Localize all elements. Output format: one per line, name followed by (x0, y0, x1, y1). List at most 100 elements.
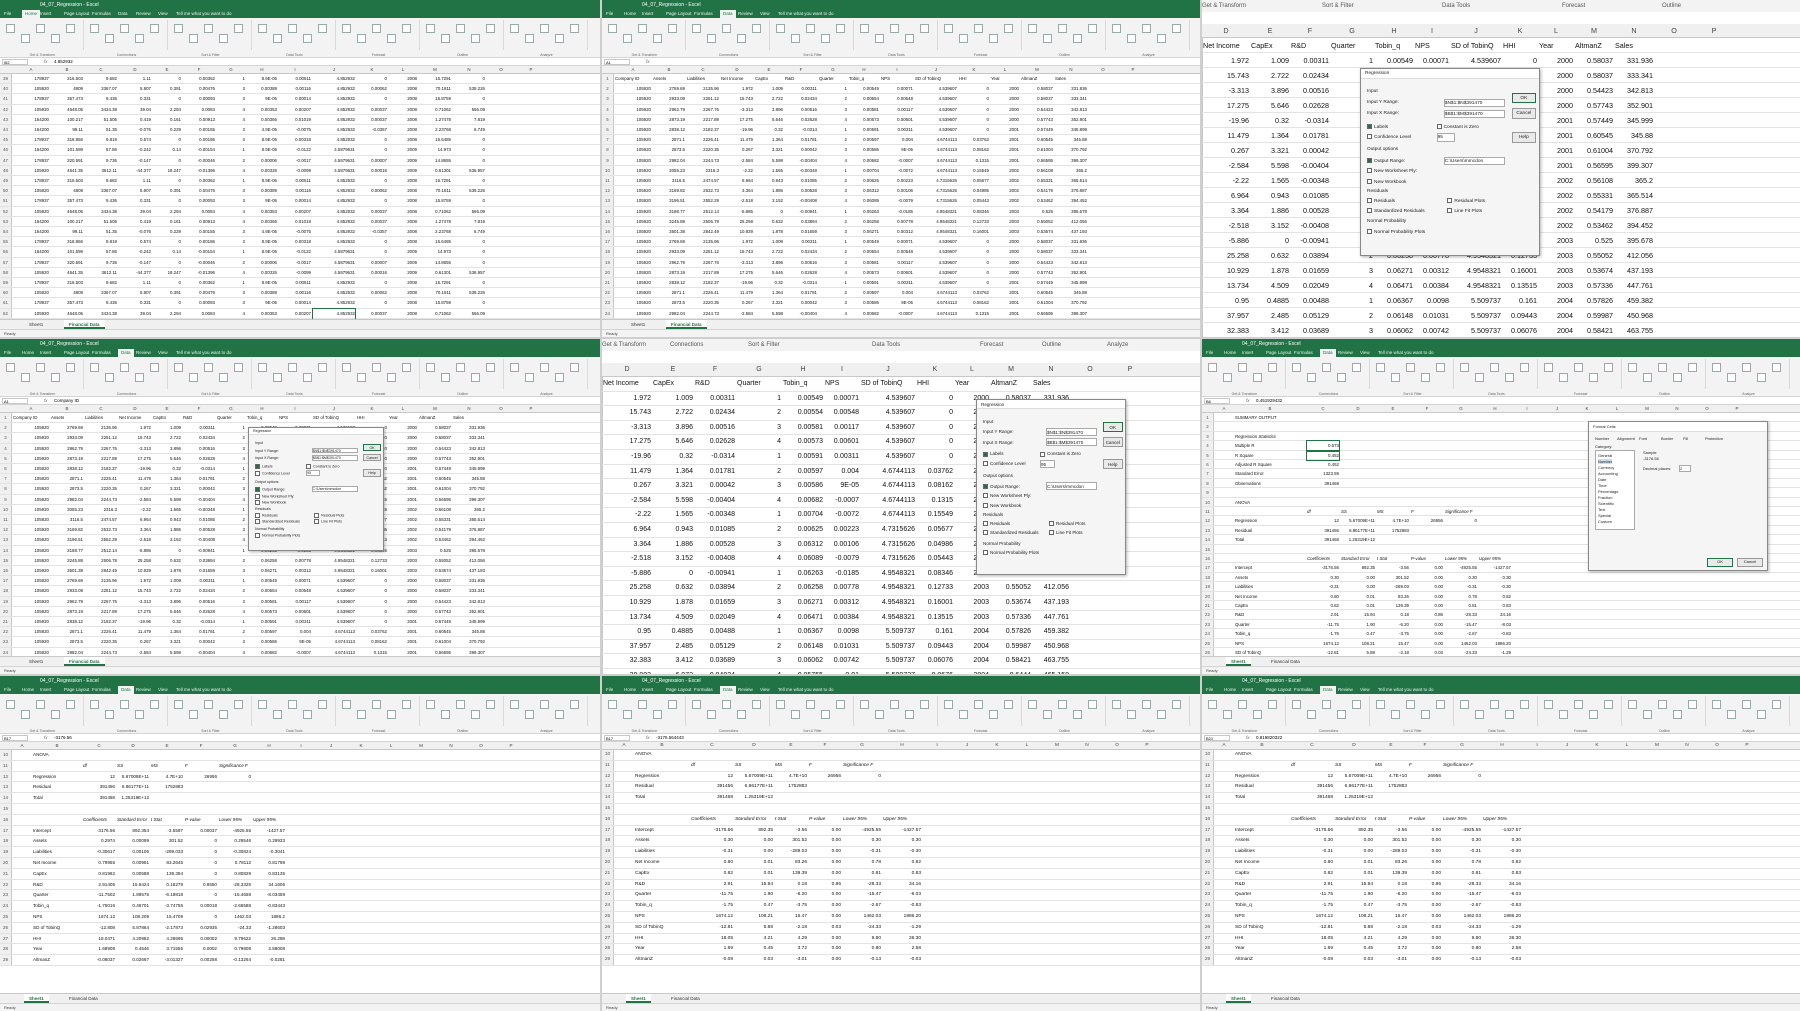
cell[interactable]: Liabilities (687, 74, 719, 84)
cell[interactable]: -0.00941 (1291, 233, 1329, 248)
cancel-button[interactable]: Cancel (363, 453, 381, 462)
cell[interactable]: 4.6744113 (915, 135, 957, 145)
cell[interactable]: 301.52 (1375, 836, 1407, 847)
cell[interactable]: 0.04986 (959, 186, 989, 196)
cell[interactable]: 2001 (389, 648, 417, 656)
cell[interactable]: 0.58037 (1021, 94, 1053, 104)
cell[interactable]: -0.0007 (881, 156, 913, 166)
sheet-tab-sheet1[interactable]: Sheet1 (24, 994, 49, 1003)
cell[interactable] (151, 750, 183, 761)
cell[interactable]: 105920 (13, 454, 49, 464)
cell[interactable]: 0.78 (1445, 592, 1477, 601)
cell[interactable]: 26.30 (883, 934, 921, 945)
std-residuals-checkbox[interactable]: Standardized Residuals (1367, 207, 1425, 213)
cell[interactable]: 0.00 (1409, 890, 1441, 901)
cell[interactable] (1733, 890, 1761, 901)
cell[interactable] (347, 944, 375, 955)
cell[interactable]: Upper 95% (253, 815, 285, 826)
cell[interactable]: Year (389, 413, 417, 423)
cell[interactable]: 32.383 (1203, 323, 1249, 337)
cell[interactable]: -0.00348 (695, 508, 735, 523)
cell[interactable]: -24.33 (1443, 923, 1481, 934)
cell[interactable]: 0.06258 (849, 217, 879, 227)
cell[interactable]: 2002 (389, 525, 417, 535)
cell[interactable] (1573, 639, 1601, 648)
column-header[interactable]: D (720, 66, 754, 74)
cell[interactable]: 2001 (1539, 143, 1573, 158)
cell[interactable]: 0.004 (279, 627, 311, 637)
cell[interactable]: 0 (153, 546, 181, 556)
ribbon-button-icon[interactable] (1544, 363, 1553, 372)
cell[interactable] (117, 750, 149, 761)
ribbon-button-icon[interactable] (471, 34, 480, 43)
cell[interactable]: 0.00207 (279, 309, 311, 319)
cell[interactable] (1733, 782, 1761, 793)
cell[interactable]: 0.00588 (117, 869, 149, 880)
cell[interactable]: 333.341 (1615, 68, 1653, 83)
cell[interactable]: Quarter (635, 890, 689, 901)
cell[interactable] (1663, 620, 1691, 629)
cell[interactable]: Assets (653, 74, 685, 84)
tab-home[interactable]: Home (22, 349, 34, 357)
cell[interactable] (953, 847, 981, 858)
cell[interactable]: 0.1315 (959, 156, 989, 166)
tab-review[interactable]: Review (738, 686, 753, 694)
sheet-tab-sheet1[interactable]: Sheet1 (24, 320, 48, 329)
cell[interactable] (923, 750, 951, 761)
cell[interactable] (517, 413, 545, 423)
cell[interactable]: Quarter (1331, 38, 1373, 53)
cell[interactable]: 0.00511 (279, 278, 311, 288)
cell[interactable]: 2002 (1539, 173, 1573, 188)
cell[interactable]: 0.00116 (279, 288, 311, 298)
cell[interactable] (691, 750, 733, 761)
cell[interactable]: Liabilities (1235, 847, 1289, 858)
input-y-range-field[interactable]: $N$1:$N$391470 (1443, 98, 1505, 108)
cell[interactable]: 1.11 (119, 278, 151, 288)
cell[interactable]: 0 (453, 74, 485, 84)
cell[interactable]: 105920 (615, 125, 651, 135)
cell[interactable]: 0.00591 (783, 450, 823, 465)
ribbon-button-icon[interactable] (1352, 700, 1361, 709)
cell[interactable] (1673, 847, 1701, 858)
cell[interactable] (467, 880, 495, 891)
cell[interactable] (1411, 498, 1443, 507)
cell[interactable] (1733, 901, 1761, 912)
cell[interactable]: 10.929 (721, 227, 753, 237)
name-box[interactable]: I62 (2, 59, 28, 65)
cell[interactable] (517, 648, 545, 656)
cell[interactable] (377, 890, 405, 901)
cell[interactable]: 0.01659 (785, 227, 817, 237)
cell[interactable]: 4.6744113 (915, 166, 957, 176)
cell[interactable]: 4.21 (735, 934, 773, 945)
cell[interactable]: 399.307 (453, 648, 485, 656)
cell[interactable]: 0.03762 (959, 288, 989, 298)
ribbon-button-icon[interactable] (135, 373, 144, 382)
ribbon-button-icon[interactable] (510, 363, 519, 372)
ribbon-button-icon[interactable] (1628, 700, 1637, 709)
cell[interactable] (1119, 247, 1147, 257)
cell[interactable] (1043, 804, 1071, 815)
cell[interactable]: CapEx (1251, 38, 1289, 53)
tab-tell-me-what-you-want-to-do[interactable]: Tell me what you want to do (176, 10, 232, 18)
ribbon-button-icon[interactable] (1559, 710, 1568, 719)
cell[interactable]: 331.936 (453, 576, 485, 586)
cell[interactable]: 0.60545 (419, 627, 451, 637)
cell[interactable]: -0.83443 (253, 901, 285, 912)
cell[interactable] (1733, 804, 1761, 815)
ribbon-button-icon[interactable] (1460, 700, 1469, 709)
cell[interactable] (287, 901, 315, 912)
cell[interactable] (437, 836, 465, 847)
cell[interactable] (1377, 479, 1409, 488)
cell[interactable] (1073, 890, 1101, 901)
cell[interactable]: 0 (185, 912, 217, 923)
cell[interactable] (253, 772, 285, 783)
cell[interactable]: 0.00516 (695, 421, 735, 436)
cell[interactable] (843, 804, 881, 815)
cell[interactable]: 4 (737, 435, 781, 450)
confidence-value-field[interactable]: 95 (306, 470, 320, 477)
cell[interactable] (1723, 592, 1751, 601)
cell[interactable]: 9.436 (85, 298, 117, 308)
cell[interactable]: 0.58037 (1575, 53, 1613, 68)
cell[interactable]: 0.00601 (881, 115, 913, 125)
cell[interactable]: 0 (755, 207, 783, 217)
